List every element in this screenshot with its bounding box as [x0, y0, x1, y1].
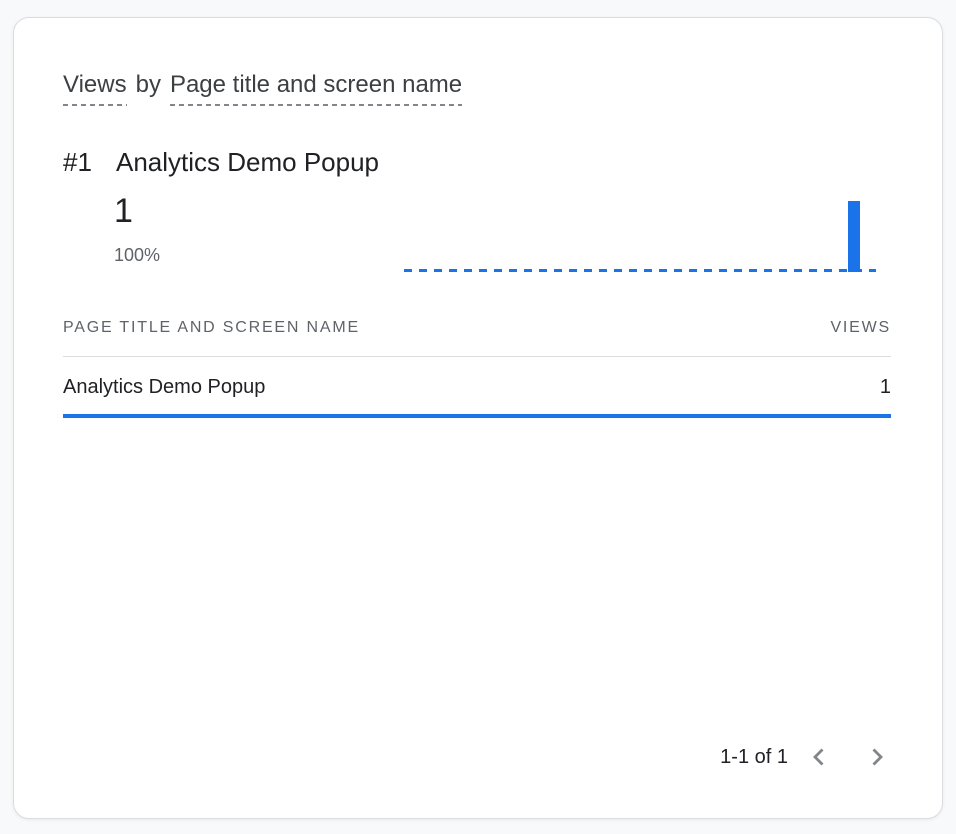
table-header-dimension: PAGE TITLE AND SCREEN NAME — [63, 318, 360, 338]
pagination: 1-1 of 1 — [720, 744, 890, 770]
table-row[interactable]: Analytics Demo Popup 1 — [63, 357, 891, 414]
row-dimension-value: Analytics Demo Popup — [63, 374, 265, 400]
table-header-metric: VIEWS — [830, 318, 891, 338]
chevron-right-icon — [865, 745, 889, 769]
views-report-card: Viewsby Page title and screen name #1 Ana… — [13, 17, 943, 819]
card-title: Viewsby Page title and screen name — [63, 70, 891, 100]
top-item-name: Analytics Demo Popup — [116, 145, 379, 179]
top-item-metric-row: 1 100% — [63, 191, 891, 275]
views-sparkline — [404, 198, 876, 272]
next-page-button[interactable] — [864, 744, 890, 770]
top-item-rank: #1 — [63, 145, 116, 179]
dimension-selector[interactable]: Page title and screen name — [170, 70, 462, 100]
sparkline-bar — [848, 201, 860, 272]
table-header-row: PAGE TITLE AND SCREEN NAME VIEWS — [63, 318, 891, 357]
sparkline-baseline — [404, 269, 876, 272]
chevron-left-icon — [807, 745, 831, 769]
dimension-table: PAGE TITLE AND SCREEN NAME VIEWS Analyti… — [63, 318, 891, 418]
row-progress-bar — [63, 414, 891, 418]
top-item-summary: #1 Analytics Demo Popup 1 100% — [63, 145, 891, 275]
metric-selector[interactable]: Views — [63, 70, 127, 100]
title-connector: by — [136, 71, 161, 98]
top-item-header: #1 Analytics Demo Popup — [63, 145, 891, 179]
row-metric-value: 1 — [880, 374, 891, 400]
pagination-range: 1-1 of 1 — [720, 746, 788, 769]
prev-page-button[interactable] — [806, 744, 832, 770]
